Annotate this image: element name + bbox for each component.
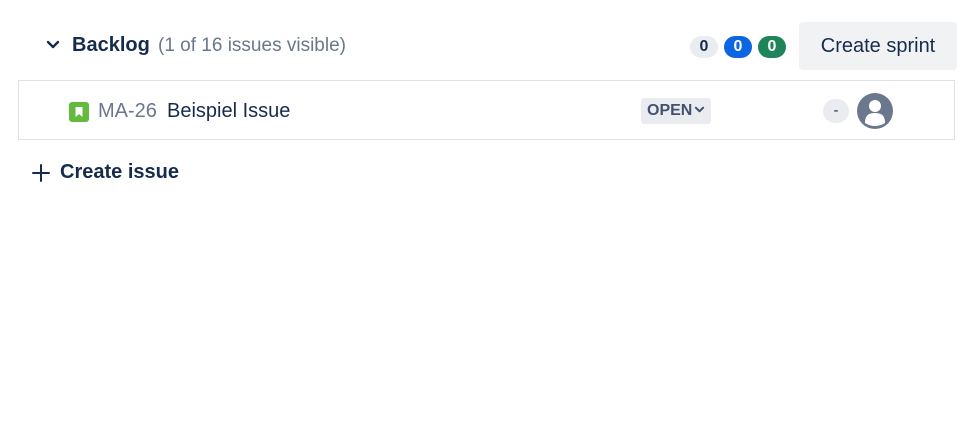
backlog-issue-count: (1 of 16 issues visible) — [158, 35, 346, 56]
issue-key[interactable]: MA-26 — [98, 100, 157, 123]
in-progress-count-badge: 0 — [724, 36, 752, 58]
todo-count-badge: 0 — [690, 36, 718, 58]
chevron-down-icon — [695, 106, 705, 113]
create-issue-label: Create issue — [60, 161, 179, 183]
chevron-down-icon[interactable] — [46, 38, 60, 52]
status-dropdown[interactable]: OPEN — [641, 98, 712, 124]
avatar-placeholder-icon[interactable] — [857, 93, 893, 129]
create-sprint-button[interactable]: Create sprint — [799, 22, 957, 70]
issue-row[interactable]: MA-26 Beispiel Issue OPEN - — [18, 80, 955, 140]
story-icon — [69, 102, 89, 122]
plus-icon — [32, 164, 50, 182]
backlog-header: Backlog (1 of 16 issues visible) 0 0 0 C… — [40, 22, 958, 70]
story-points-estimate[interactable]: - — [823, 99, 849, 123]
issue-summary: Beispiel Issue — [167, 100, 291, 122]
done-count-badge: 0 — [758, 36, 786, 58]
backlog-title: Backlog — [72, 34, 150, 56]
status-label: OPEN — [647, 102, 693, 119]
